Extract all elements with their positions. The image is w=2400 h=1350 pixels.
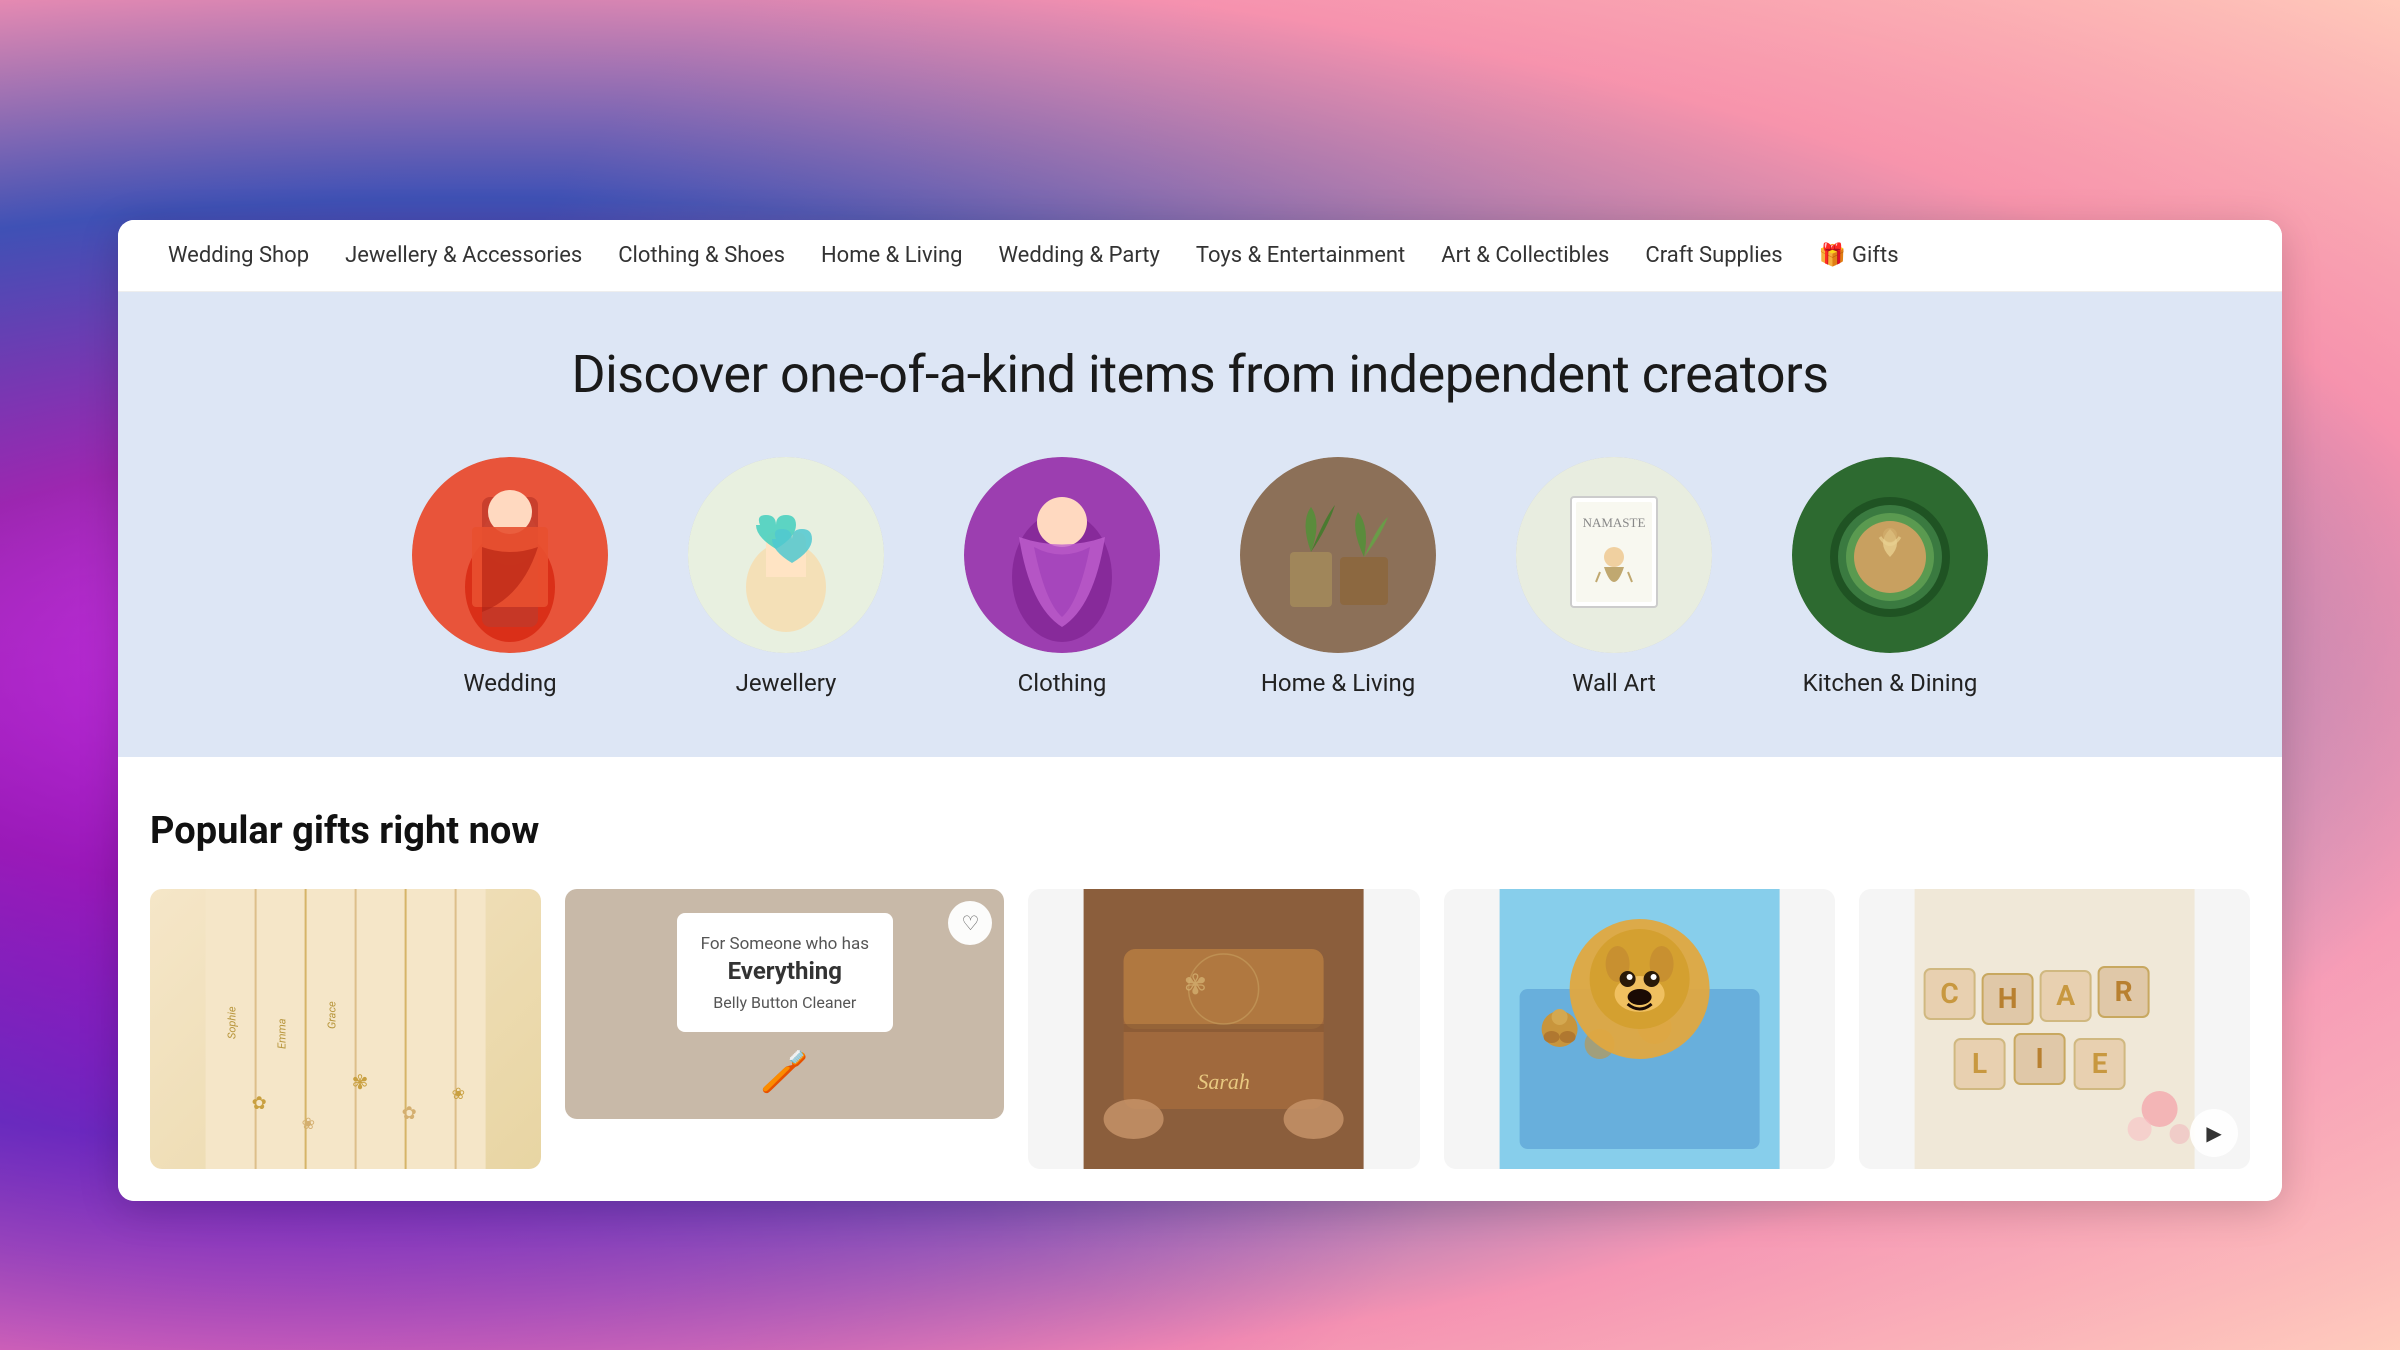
dog-blanket-art <box>1444 889 1835 1169</box>
svg-text:Grace: Grace <box>326 1001 339 1029</box>
wallart-circle-art: NAMASTE <box>1516 457 1712 653</box>
svg-text:A: A <box>2056 979 2075 1012</box>
svg-text:Sarah: Sarah <box>1198 1069 1251 1094</box>
nav-craft-supplies[interactable]: Craft Supplies <box>1627 220 1800 292</box>
svg-text:H: H <box>1998 982 2018 1015</box>
product-card-sarah[interactable]: ✾ Sarah <box>1028 889 1419 1169</box>
nav-gifts-label: Gifts <box>1852 243 1899 268</box>
hero-section: Discover one-of-a-kind items from indepe… <box>118 292 2282 757</box>
svg-text:❀: ❀ <box>452 1084 465 1103</box>
category-circle-homeliving <box>1240 457 1436 653</box>
gift-icon: 🎁 <box>1819 243 1846 268</box>
category-home-living[interactable]: Home & Living <box>1240 457 1436 697</box>
popular-title: Popular gifts right now <box>150 809 2250 853</box>
products-row: ✿ ❀ ✾ ✿ ❀ Sophie Emma Grace For Someone … <box>150 889 2250 1169</box>
svg-text:Sophie: Sophie <box>226 1006 239 1039</box>
categories-row: Wedding Jewellery <box>150 457 2250 697</box>
popular-section: Popular gifts right now ✿ ❀ ✾ ✿ <box>118 757 2282 1201</box>
svg-text:✾: ✾ <box>352 1070 369 1094</box>
svg-text:NAMASTE: NAMASTE <box>1583 515 1646 530</box>
wedding-circle-art <box>412 457 608 653</box>
homeliving-circle-art <box>1240 457 1436 653</box>
navigation: Wedding Shop Jewellery & Accessories Clo… <box>118 220 2282 292</box>
main-card: Wedding Shop Jewellery & Accessories Clo… <box>118 220 2282 1201</box>
belly-cleaner-tag: For Someone who has Everything Belly But… <box>677 913 893 1032</box>
product-card-charlie[interactable]: C H A R L I E <box>1859 889 2250 1169</box>
category-label-wallart: Wall Art <box>1572 669 1656 697</box>
category-wall-art[interactable]: NAMASTE Wall Art <box>1516 457 1712 697</box>
nav-gifts[interactable]: 🎁 Gifts <box>1801 220 1917 292</box>
category-clothing[interactable]: Clothing <box>964 457 1160 697</box>
category-wedding[interactable]: Wedding <box>412 457 608 697</box>
jewellery-circle-art <box>688 457 884 653</box>
svg-text:R: R <box>2114 975 2132 1008</box>
nav-wedding-party[interactable]: Wedding & Party <box>980 220 1177 292</box>
category-jewellery[interactable]: Jewellery <box>688 457 884 697</box>
nav-clothing-shoes[interactable]: Clothing & Shoes <box>600 220 803 292</box>
belly-for-someone-text: For Someone who has <box>701 933 869 957</box>
svg-text:Emma: Emma <box>276 1018 289 1049</box>
kitchen-circle-art <box>1792 457 1988 653</box>
product-card-belly-cleaner[interactable]: For Someone who has Everything Belly But… <box>565 889 1004 1119</box>
category-label-kitchen: Kitchen & Dining <box>1803 669 1978 697</box>
category-circle-kitchen <box>1792 457 1988 653</box>
play-button-charlie[interactable]: ▶ <box>2190 1109 2238 1157</box>
category-label-jewellery: Jewellery <box>736 669 837 697</box>
nav-jewellery-accessories[interactable]: Jewellery & Accessories <box>327 220 600 292</box>
category-circle-wallart: NAMASTE <box>1516 457 1712 653</box>
category-kitchen-dining[interactable]: Kitchen & Dining <box>1792 457 1988 697</box>
belly-everything-text: Everything <box>701 957 869 985</box>
category-label-homeliving: Home & Living <box>1261 669 1415 697</box>
belly-item-name-text: Belly Button Cleaner <box>701 993 869 1012</box>
category-circle-clothing <box>964 457 1160 653</box>
nav-toys-entertainment[interactable]: Toys & Entertainment <box>1178 220 1423 292</box>
clothing-circle-art <box>964 457 1160 653</box>
svg-text:✿: ✿ <box>252 1093 267 1114</box>
category-label-wedding: Wedding <box>463 669 556 697</box>
product-card-necklaces[interactable]: ✿ ❀ ✾ ✿ ❀ Sophie Emma Grace <box>150 889 541 1169</box>
necklaces-art: ✿ ❀ ✾ ✿ ❀ Sophie Emma Grace <box>150 889 541 1169</box>
belly-brush-icon: 🪥 <box>760 1048 810 1095</box>
category-circle-jewellery <box>688 457 884 653</box>
svg-text:✿: ✿ <box>402 1103 417 1124</box>
product-card-dog-blanket[interactable] <box>1444 889 1835 1169</box>
nav-wedding-shop[interactable]: Wedding Shop <box>150 220 327 292</box>
svg-text:L: L <box>1972 1047 1987 1080</box>
svg-text:C: C <box>1940 977 1958 1010</box>
category-circle-wedding <box>412 457 608 653</box>
sarah-box-art: ✾ Sarah <box>1028 889 1419 1169</box>
hero-title: Discover one-of-a-kind items from indepe… <box>150 344 2250 405</box>
svg-text:E: E <box>2092 1047 2108 1080</box>
nav-home-living[interactable]: Home & Living <box>803 220 981 292</box>
svg-text:❀: ❀ <box>302 1114 315 1133</box>
wishlist-button-belly[interactable]: ♡ <box>948 901 992 945</box>
svg-text:✾: ✾ <box>1184 968 1207 1001</box>
nav-art-collectibles[interactable]: Art & Collectibles <box>1423 220 1627 292</box>
svg-text:I: I <box>2035 1042 2043 1075</box>
category-label-clothing: Clothing <box>1018 669 1107 697</box>
